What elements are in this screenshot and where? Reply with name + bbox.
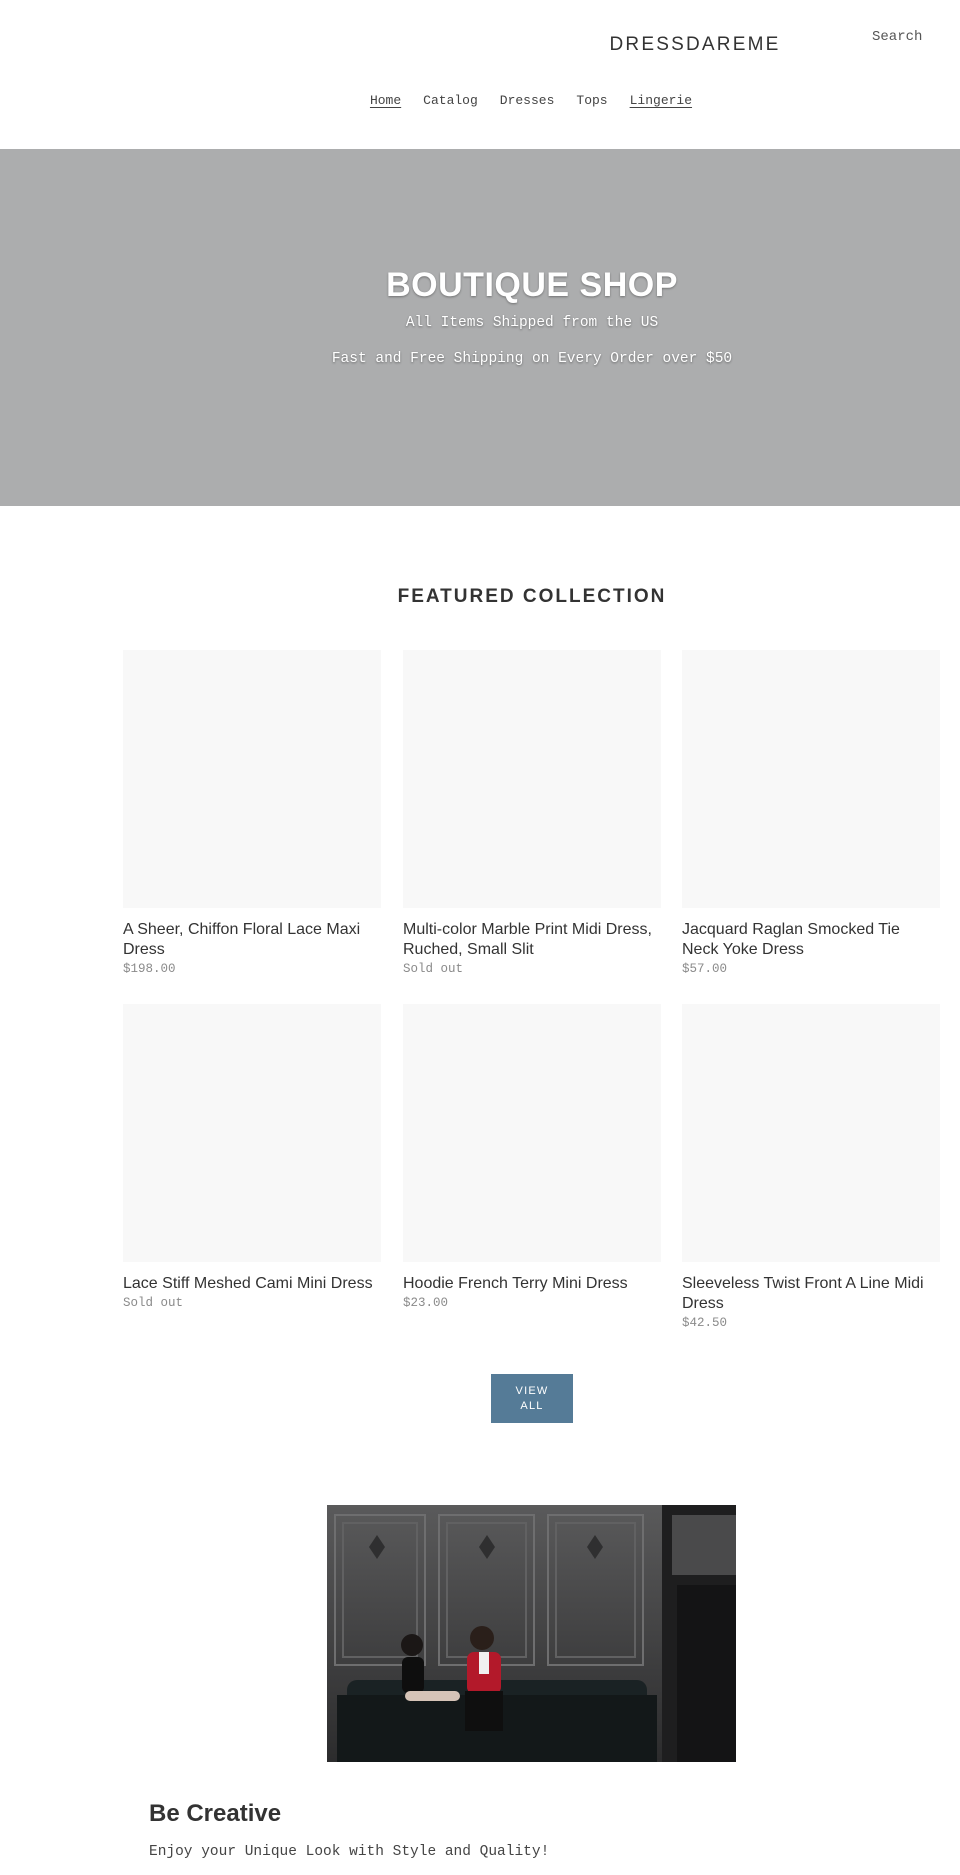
creative-title: Be Creative — [149, 1800, 282, 1827]
product-title[interactable]: Hoodie French Terry Mini Dress — [403, 1274, 661, 1294]
creative-text: Enjoy your Unique Look with Style and Qu… — [149, 1844, 550, 1860]
product-price: Sold out — [403, 962, 464, 976]
product-card[interactable]: A Sheer, Chiffon Floral Lace Maxi Dress … — [123, 650, 381, 977]
hero-subtitle-free-shipping: Fast and Free Shipping on Every Order ov… — [331, 351, 733, 367]
product-image[interactable] — [682, 1004, 940, 1262]
product-image[interactable] — [403, 1004, 661, 1262]
nav-item-tops[interactable]: Tops — [576, 91, 607, 111]
product-title[interactable]: A Sheer, Chiffon Floral Lace Maxi Dress — [123, 920, 381, 960]
product-price: $198.00 — [123, 962, 176, 976]
product-price: $57.00 — [682, 962, 728, 976]
product-title[interactable]: Lace Stiff Meshed Cami Mini Dress — [123, 1274, 381, 1294]
product-card[interactable]: Hoodie French Terry Mini Dress $23.00 — [403, 1004, 661, 1311]
product-card[interactable]: Multi-color Marble Print Midi Dress, Ruc… — [403, 650, 661, 977]
couple-on-sofa-photo — [327, 1505, 736, 1762]
view-all-button[interactable]: VIEW ALL — [491, 1374, 573, 1423]
product-image[interactable] — [403, 650, 661, 908]
hero-banner: BOUTIQUE SHOP All Items Shipped from the… — [0, 149, 960, 506]
product-image[interactable] — [123, 650, 381, 908]
nav-item-dresses[interactable]: Dresses — [500, 91, 555, 111]
product-card[interactable]: Jacquard Raglan Smocked Tie Neck Yoke Dr… — [682, 650, 940, 977]
product-image[interactable] — [123, 1004, 381, 1262]
nav-item-lingerie[interactable]: Lingerie — [630, 91, 692, 111]
nav-item-home[interactable]: Home — [370, 91, 401, 111]
main-nav: Home Catalog Dresses Tops Lingerie — [360, 91, 702, 111]
hero-subtitle-shipping: All Items Shipped from the US — [405, 315, 659, 331]
featured-collection-title: FEATURED COLLECTION — [397, 586, 667, 607]
product-price: $42.50 — [682, 1316, 728, 1330]
product-image[interactable] — [682, 650, 940, 908]
product-title[interactable]: Multi-color Marble Print Midi Dress, Ruc… — [403, 920, 661, 960]
product-price: $23.00 — [403, 1296, 449, 1310]
site-header: DRESSDAREME Search Home Catalog Dresses … — [0, 0, 960, 149]
product-title[interactable]: Sleeveless Twist Front A Line Midi Dress — [682, 1274, 940, 1314]
product-price: Sold out — [123, 1296, 184, 1310]
nav-item-catalog[interactable]: Catalog — [423, 91, 478, 111]
product-title[interactable]: Jacquard Raglan Smocked Tie Neck Yoke Dr… — [682, 920, 940, 960]
site-logo[interactable]: DRESSDAREME — [560, 34, 830, 56]
search-link[interactable]: Search — [872, 29, 922, 45]
hero-title: BOUTIQUE SHOP — [386, 266, 678, 304]
product-card[interactable]: Sleeveless Twist Front A Line Midi Dress… — [682, 1004, 940, 1331]
product-card[interactable]: Lace Stiff Meshed Cami Mini Dress Sold o… — [123, 1004, 381, 1311]
